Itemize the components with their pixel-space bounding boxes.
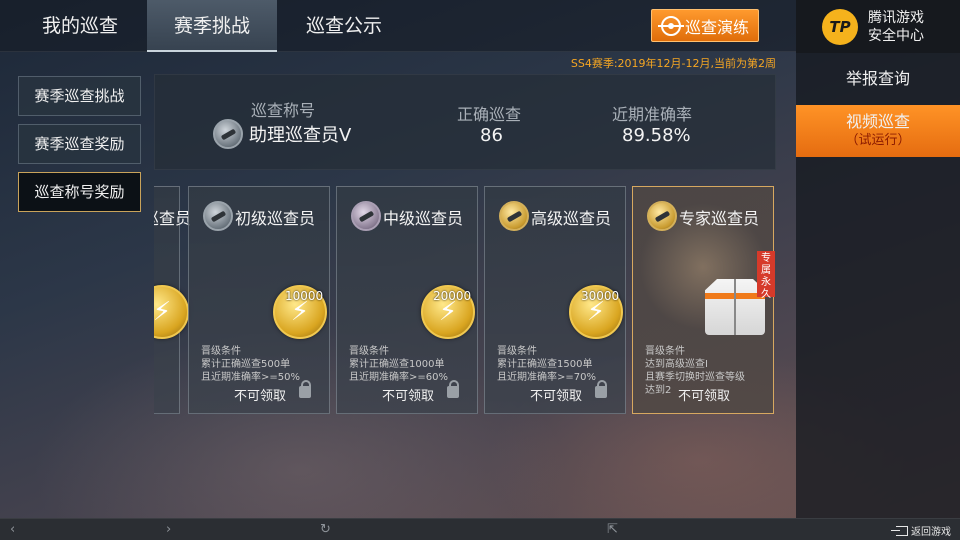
condition-line: 达到高级巡查Ⅰ bbox=[645, 359, 708, 370]
lock-icon bbox=[299, 380, 311, 398]
condition-title: 晋级条件 bbox=[497, 346, 537, 357]
correct-value: 86 bbox=[480, 125, 503, 146]
condition-title: 晋级条件 bbox=[645, 346, 685, 357]
condition-line: 累计正确巡查1500单 bbox=[497, 359, 593, 370]
card-title: 巡查员 bbox=[154, 209, 192, 228]
video-patrol-button[interactable]: 视频巡查 （试运行） bbox=[796, 105, 960, 157]
brand-line-1: 腾讯游戏 bbox=[868, 9, 924, 26]
tab-patrol-notice[interactable]: 巡查公示 bbox=[277, 0, 411, 52]
report-query-button[interactable]: 举报查询 bbox=[796, 53, 960, 105]
assistant-rank-icon bbox=[213, 119, 243, 149]
share-icon[interactable]: ⇱ bbox=[607, 522, 618, 538]
upgrade-condition: 晋级条件 累计正确巡查1500单 且近期准确率>=70% bbox=[497, 345, 596, 384]
condition-line: 且近期准确率>=50% bbox=[201, 372, 300, 383]
season-info: SS4赛季:2019年12月-12月,当前为第2周 bbox=[570, 57, 776, 70]
coin-amount: 20000 bbox=[433, 289, 472, 303]
coin-amount: 30000 bbox=[581, 289, 620, 303]
condition-line: 累计正确巡查1000单 bbox=[349, 359, 445, 370]
security-center-header: TP 腾讯游戏 安全中心 bbox=[796, 0, 960, 53]
senior-rank-icon bbox=[499, 201, 529, 231]
condition-title: 晋级条件 bbox=[349, 346, 389, 357]
patrol-drill-button[interactable]: 巡查演练 bbox=[651, 9, 759, 42]
junior-rank-icon bbox=[203, 201, 233, 231]
forward-arrow-icon[interactable]: › bbox=[166, 522, 171, 538]
side-season-reward[interactable]: 赛季巡查奖励 bbox=[18, 124, 141, 164]
right-panel: TP 腾讯游戏 安全中心 举报查询 视频巡查 （试运行） bbox=[796, 0, 960, 518]
patrol-drill-label: 巡查演练 bbox=[684, 17, 749, 37]
crosshair-icon bbox=[657, 15, 684, 36]
intermediate-rank-icon bbox=[351, 201, 381, 231]
condition-line: 累计正确巡查500单 bbox=[201, 359, 291, 370]
top-tab-bar: 我的巡查 赛季挑战 巡查公示 巡查演练 bbox=[0, 0, 796, 52]
tp-logo-icon: TP bbox=[822, 8, 858, 45]
card-title: 专家巡查员 bbox=[679, 209, 760, 228]
condition-line: 且近期准确率>=60% bbox=[349, 372, 448, 383]
lock-icon bbox=[595, 380, 607, 398]
reward-card-partial[interactable]: 巡查员 ⚡ bbox=[154, 186, 191, 414]
jacket-reward-icon bbox=[705, 279, 765, 335]
tab-my-patrol[interactable]: 我的巡查 bbox=[0, 0, 160, 52]
back-to-game-button[interactable]: 返回游戏 bbox=[891, 523, 951, 538]
exit-icon bbox=[891, 525, 908, 536]
reward-card-expert[interactable]: 专家巡查员 专属永久 晋级条件 达到高级巡查Ⅰ 且赛季切换时巡查等级 达到2 不… bbox=[632, 186, 775, 414]
trial-run-label: （试运行） bbox=[845, 133, 911, 148]
back-arrow-icon[interactable]: ‹ bbox=[10, 522, 15, 538]
condition-line: 且赛季切换时巡查等级 bbox=[645, 372, 745, 383]
card-title: 高级巡查员 bbox=[531, 209, 612, 228]
side-title-reward[interactable]: 巡查称号奖励 bbox=[18, 172, 141, 212]
video-patrol-label: 视频巡查 bbox=[845, 112, 910, 131]
coin-amount: 10000 bbox=[285, 289, 324, 303]
side-season-challenge[interactable]: 赛季巡查挑战 bbox=[18, 76, 141, 116]
tab-season-challenge[interactable]: 赛季挑战 bbox=[147, 0, 277, 52]
accuracy-value: 89.58% bbox=[622, 125, 691, 146]
brand-line-2: 安全中心 bbox=[868, 27, 924, 44]
permanent-tag: 专属永久 bbox=[757, 251, 775, 300]
lock-icon bbox=[447, 380, 459, 398]
upgrade-condition: 晋级条件 累计正确巡查1000单 且近期准确率>=60% bbox=[349, 345, 448, 384]
title-value: 助理巡查员V bbox=[249, 125, 352, 146]
correct-label: 正确巡查 bbox=[457, 105, 522, 124]
expert-rank-icon bbox=[647, 201, 677, 231]
reward-card-intermediate[interactable]: 中级巡查员 ⚡ 20000 晋级条件 累计正确巡查1000单 且近期准确率>=6… bbox=[336, 186, 478, 414]
accuracy-label: 近期准确率 bbox=[612, 105, 693, 124]
back-to-game-label: 返回游戏 bbox=[911, 527, 951, 538]
condition-line: 且近期准确率>=70% bbox=[497, 372, 596, 383]
refresh-icon[interactable]: ↻ bbox=[320, 522, 331, 538]
upgrade-condition: 晋级条件 累计正确巡查500单 且近期准确率>=50% bbox=[201, 345, 300, 384]
card-title: 初级巡查员 bbox=[235, 209, 316, 228]
browser-bottom-bar: ‹ › ↻ ⇱ 返回游戏 bbox=[0, 518, 960, 540]
lightning-coin-icon: ⚡ bbox=[154, 285, 189, 339]
reward-card-junior[interactable]: 初级巡查员 ⚡ 10000 晋级条件 累计正确巡查500单 且近期准确率>=50… bbox=[188, 186, 330, 414]
claim-status: 不可领取 bbox=[677, 389, 730, 404]
reward-card-senior[interactable]: 高级巡查员 ⚡ 30000 晋级条件 累计正确巡查1500单 且近期准确率>=7… bbox=[484, 186, 626, 414]
stats-panel: 巡查称号 助理巡查员V 正确巡查 86 近期准确率 89.58% bbox=[154, 74, 776, 170]
title-label: 巡查称号 bbox=[251, 101, 316, 120]
reward-cards-area: 巡查员 ⚡ 初级巡查员 ⚡ 10000 晋级条件 累计正确巡查500单 且近期准… bbox=[154, 186, 776, 430]
condition-title: 晋级条件 bbox=[201, 346, 241, 357]
card-title: 中级巡查员 bbox=[383, 209, 464, 228]
